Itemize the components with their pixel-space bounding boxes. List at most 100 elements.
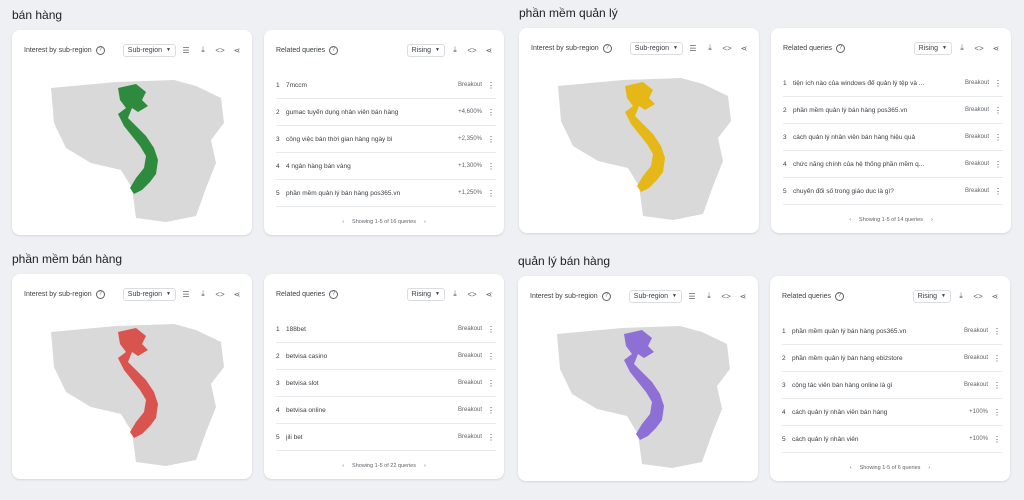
share-icon[interactable]: ⋖ [482, 46, 496, 55]
region-map[interactable] [46, 322, 226, 467]
next-page-icon[interactable]: › [424, 463, 426, 469]
interest-by-subregion-card: Interest by sub-region ? Sub-region ▼ ☰ ⤓… [518, 276, 758, 481]
share-icon[interactable]: ⋖ [230, 290, 244, 299]
help-icon[interactable]: ? [329, 289, 339, 299]
query-row[interactable]: 5 jili bet Breakout ⋮ [276, 424, 496, 451]
embed-icon[interactable]: <> [465, 290, 479, 299]
help-icon[interactable]: ? [836, 43, 846, 53]
more-vert-icon[interactable]: ⋮ [486, 81, 496, 90]
query-row[interactable]: 1 7mccm Breakout ⋮ [276, 72, 496, 99]
next-page-icon[interactable]: › [928, 465, 930, 471]
query-row[interactable]: 1 tiện ích nào của windows để quản lý tệp… [783, 70, 1003, 97]
query-row[interactable]: 1 phần mềm quản lý bán hàng pos365.vn Brea… [782, 318, 1002, 345]
help-icon[interactable]: ? [95, 45, 105, 55]
prev-page-icon[interactable]: ‹ [342, 219, 344, 225]
query-row[interactable]: 3 cách quản lý nhân viên bán hàng hiệu qu… [783, 124, 1003, 151]
query-row[interactable]: 5 cách quản lý nhân viên +100% ⋮ [782, 426, 1002, 453]
region-map[interactable] [552, 324, 732, 469]
query-row[interactable]: 5 phần mềm quản lý bán hàng pos365.vn +1,2… [276, 180, 496, 207]
query-row[interactable]: 4 cách quản lý nhân viên bán hàng +100% ⋮ [782, 399, 1002, 426]
prev-page-icon[interactable]: ‹ [849, 217, 851, 223]
embed-icon[interactable]: <> [213, 46, 227, 55]
help-icon[interactable]: ? [329, 45, 339, 55]
more-vert-icon[interactable]: ⋮ [486, 135, 496, 144]
more-vert-icon[interactable]: ⋮ [486, 379, 496, 388]
query-row[interactable]: 2 phần mềm quản lý bán hàng ebizstore Brea… [782, 345, 1002, 372]
more-vert-icon[interactable]: ⋮ [992, 354, 1002, 363]
download-icon[interactable]: ⤓ [955, 43, 969, 53]
region-map[interactable] [553, 76, 733, 221]
download-icon[interactable]: ⤓ [448, 289, 462, 299]
subregion-select[interactable]: Sub-region ▼ [122, 43, 176, 57]
more-vert-icon[interactable]: ⋮ [486, 352, 496, 361]
help-icon[interactable]: ? [835, 291, 845, 301]
more-vert-icon[interactable]: ⋮ [486, 433, 496, 442]
list-icon[interactable]: ☰ [685, 292, 699, 301]
rising-select[interactable]: Rising ▼ [406, 43, 445, 57]
share-icon[interactable]: ⋖ [737, 44, 751, 53]
rising-select[interactable]: Rising ▼ [912, 289, 951, 303]
list-icon[interactable]: ☰ [179, 290, 193, 299]
more-vert-icon[interactable]: ⋮ [993, 133, 1003, 142]
share-icon[interactable]: ⋖ [482, 290, 496, 299]
query-row[interactable]: 44 ngân hàng bán vàng +1,300% ⋮ [276, 153, 496, 180]
query-row[interactable]: 3 công việc bán thời gian hàng ngày bì +2,… [276, 126, 496, 153]
region-map[interactable] [46, 78, 226, 223]
query-row[interactable]: 2 betvisa casino Breakout ⋮ [276, 343, 496, 370]
share-icon[interactable]: ⋖ [230, 46, 244, 55]
list-icon[interactable]: ☰ [686, 44, 700, 53]
prev-page-icon[interactable]: ‹ [850, 465, 852, 471]
subregion-select[interactable]: Sub-region ▼ [628, 289, 682, 303]
download-icon[interactable]: ⤓ [196, 289, 210, 299]
embed-icon[interactable]: <> [213, 290, 227, 299]
query-row[interactable]: 2 gumac tuyển dụng nhân viên bán hàng +4,6… [276, 99, 496, 126]
rising-select[interactable]: Rising ▼ [913, 41, 952, 55]
share-icon[interactable]: ⋖ [988, 292, 1002, 301]
query-row[interactable]: 5 chuyển đổi số trong giáo dục là gì? Brea… [783, 178, 1003, 205]
query-row[interactable]: 1 188bet Breakout ⋮ [276, 316, 496, 343]
more-vert-icon[interactable]: ⋮ [993, 106, 1003, 115]
more-vert-icon[interactable]: ⋮ [992, 381, 1002, 390]
more-vert-icon[interactable]: ⋮ [486, 189, 496, 198]
query-row[interactable]: 2 phần mềm quản lý bán hàng pos365.vn Brea… [783, 97, 1003, 124]
more-vert-icon[interactable]: ⋮ [993, 187, 1003, 196]
subregion-select[interactable]: Sub-region ▼ [629, 41, 683, 55]
more-vert-icon[interactable]: ⋮ [992, 435, 1002, 444]
embed-icon[interactable]: <> [971, 292, 985, 301]
more-vert-icon[interactable]: ⋮ [486, 108, 496, 117]
embed-icon[interactable]: <> [719, 292, 733, 301]
caret-down-icon: ▼ [942, 45, 947, 51]
download-icon[interactable]: ⤓ [448, 45, 462, 55]
more-vert-icon[interactable]: ⋮ [486, 406, 496, 415]
more-vert-icon[interactable]: ⋮ [486, 162, 496, 171]
subregion-select[interactable]: Sub-region ▼ [122, 287, 176, 301]
share-icon[interactable]: ⋖ [989, 44, 1003, 53]
query-row[interactable]: 3 betvisa slot Breakout ⋮ [276, 370, 496, 397]
download-icon[interactable]: ⤓ [954, 291, 968, 301]
download-icon[interactable]: ⤓ [196, 45, 210, 55]
prev-page-icon[interactable]: ‹ [342, 463, 344, 469]
embed-icon[interactable]: <> [720, 44, 734, 53]
card-heading: Interest by sub-region [531, 44, 599, 52]
rising-select[interactable]: Rising ▼ [406, 287, 445, 301]
help-icon[interactable]: ? [602, 43, 612, 53]
query-row[interactable]: 4 betvisa online Breakout ⋮ [276, 397, 496, 424]
download-icon[interactable]: ⤓ [703, 43, 717, 53]
query-row[interactable]: 3 cộng tác viên bán hàng online là gì Brea… [782, 372, 1002, 399]
more-vert-icon[interactable]: ⋮ [993, 79, 1003, 88]
help-icon[interactable]: ? [95, 289, 105, 299]
more-vert-icon[interactable]: ⋮ [992, 408, 1002, 417]
help-icon[interactable]: ? [601, 291, 611, 301]
download-icon[interactable]: ⤓ [702, 291, 716, 301]
query-list: 1 188bet Breakout ⋮ 2 betvisa casino Breakout… [276, 316, 496, 451]
next-page-icon[interactable]: › [424, 219, 426, 225]
more-vert-icon[interactable]: ⋮ [992, 327, 1002, 336]
query-row[interactable]: 4 chức năng chính của hệ thống phần mềm q… [783, 151, 1003, 178]
more-vert-icon[interactable]: ⋮ [993, 160, 1003, 169]
share-icon[interactable]: ⋖ [736, 292, 750, 301]
embed-icon[interactable]: <> [465, 46, 479, 55]
list-icon[interactable]: ☰ [179, 46, 193, 55]
embed-icon[interactable]: <> [972, 44, 986, 53]
next-page-icon[interactable]: › [931, 217, 933, 223]
more-vert-icon[interactable]: ⋮ [486, 325, 496, 334]
